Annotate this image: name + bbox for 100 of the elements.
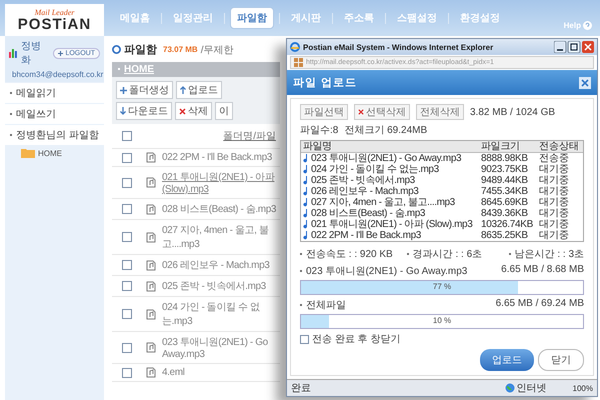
table-cell-text: 9023.75KB <box>481 164 529 175</box>
file-name-link[interactable]: 026 레인보우 - Mach.mp3 <box>162 258 280 272</box>
file-name-link[interactable]: 024 가인 - 돌이킬 수 없는.mp3 <box>162 300 280 328</box>
row-checkbox[interactable] <box>122 368 132 378</box>
plus-icon <box>58 50 64 56</box>
help-icon <box>583 20 592 30</box>
row-checkbox[interactable] <box>122 260 132 270</box>
file-name-link[interactable]: 021 투애니원(2NE1) - 아파 (Slow).mp3 <box>162 170 280 195</box>
table-cell: 023 투애니원(2NE1) - Go Away.mp3 <box>311 153 462 164</box>
table-cell: 024 가인 - 돌이킬 수 없는.mp3 <box>311 164 439 175</box>
table-cell-text: 8888.98KB <box>481 153 529 164</box>
close-after-checkbox[interactable] <box>300 334 309 344</box>
total-size: 전체크기 69.24MB <box>344 124 428 137</box>
close-button[interactable] <box>579 76 591 88</box>
user-email: bhcom34@deepsoft.co.kr <box>12 70 104 79</box>
logo-wordmark: POSTiAN <box>18 17 92 32</box>
table-cell-text: 9489.44KB <box>481 175 529 186</box>
delete-icon <box>358 109 364 115</box>
column-header[interactable]: 파일명 <box>301 141 481 152</box>
file-action-button[interactable]: 전체삭제 <box>416 104 464 120</box>
table-cell-text: 7455.34KB <box>481 186 529 197</box>
file-name-link[interactable]: 025 존박 - 빗속에서.mp3 <box>162 279 280 293</box>
table-cell: 028 비스트(Beast) - 숨.mp3 <box>311 208 426 219</box>
row-checkbox[interactable] <box>122 342 132 352</box>
upload-button[interactable]: 업로드 <box>480 349 534 371</box>
file-icon <box>146 232 156 242</box>
zoom-control[interactable]: 100% <box>572 384 593 392</box>
progress-label: 023 투애니원(2NE1) - Go Away.mp3 <box>306 265 468 278</box>
table-cell: 021 투애니원(2NE1) - 아파 (Slow).mp3 <box>311 219 472 230</box>
globe-icon <box>504 383 515 393</box>
bullet-icon <box>112 45 121 54</box>
table-cell-text: 8635.25KB <box>481 230 529 241</box>
file-name-link[interactable]: 023 투애니원(2NE1) - Go Away.mp3 <box>162 335 280 360</box>
close-icon <box>581 78 589 86</box>
close-dialog-button[interactable]: 닫기 <box>538 349 584 371</box>
chart-icon <box>9 48 18 58</box>
file-count: 파일수:8 <box>300 124 338 137</box>
file-icon <box>146 280 156 292</box>
logo-tagline: Mail Leader <box>34 8 74 17</box>
transfer-stat: 전송속도 : : 920 KB <box>306 248 393 261</box>
table-cell-text: 대기중 <box>539 164 570 175</box>
file-action-button[interactable]: 파일선택 <box>300 104 348 120</box>
file-icon <box>146 342 156 353</box>
toolbar-button[interactable]: 이 <box>215 102 233 120</box>
capacity-text: 3.82 MB / 1024 GB <box>470 106 556 118</box>
file-icon <box>146 367 156 378</box>
folder-tree-item[interactable]: HOME <box>38 148 62 158</box>
window-title: Postian eMail System - Windows Internet Explorer <box>303 42 494 52</box>
checkbox-label: 전송 완료 후 창닫기 <box>312 333 400 346</box>
select-all-checkbox[interactable] <box>122 131 132 141</box>
file-name-link[interactable]: 028 비스트(Beast) - 숨.mp3 <box>162 202 280 216</box>
row-checkbox[interactable] <box>122 281 132 291</box>
nav-tab[interactable]: 파일함 <box>230 7 274 29</box>
table-cell: 022 2PM - I'll Be Back.mp3 <box>311 230 421 241</box>
file-name-link[interactable]: 027 지아, 4men - 울고, 불고....mp3 <box>162 223 280 251</box>
table-cell: 026 레인보우 - Mach.mp3 <box>311 186 418 197</box>
arrow-up-icon <box>180 86 186 94</box>
table-cell-text: 8439.36KB <box>481 208 529 219</box>
row-checkbox[interactable] <box>122 309 132 319</box>
dialog-title: 파일 업로드 <box>293 76 358 90</box>
folder-icon <box>21 148 35 158</box>
table-cell-text: 10326.74KB <box>481 219 534 230</box>
file-name-link[interactable]: 4.eml <box>162 367 280 378</box>
progress-amount: 6.65 MB / 69.24 MB <box>496 298 584 311</box>
toolbar-button[interactable]: 폴더생성 <box>116 81 173 99</box>
column-header[interactable]: 폴더명/파일 <box>223 129 276 143</box>
toolbar-button[interactable]: 삭제 <box>175 102 212 120</box>
page-title: 파일함 <box>124 43 157 57</box>
table-cell-text: 대기중 <box>539 197 570 208</box>
row-checkbox[interactable] <box>122 152 132 162</box>
file-icon <box>146 152 156 163</box>
file-icon <box>146 260 156 270</box>
table-cell-text: 대기중 <box>539 230 570 241</box>
transfer-stat: 경과시간 : : 6초 <box>412 248 482 261</box>
row-checkbox[interactable] <box>122 178 132 188</box>
file-icon <box>146 308 156 320</box>
status-text: 완료 <box>291 382 311 395</box>
table-cell-text: 8645.69KB <box>481 197 529 208</box>
table-cell-text: 대기중 <box>539 219 570 230</box>
toolbar-button[interactable]: 다운로드 <box>116 102 172 120</box>
storage-usage: 73.07 MB <box>163 45 198 54</box>
window-controls-icon[interactable] <box>554 41 594 53</box>
toolbar-button[interactable]: 업로드 <box>176 81 222 99</box>
browser-icon <box>290 42 300 52</box>
table-cell: 025 존박 - 빗속에서.mp3 <box>311 175 415 186</box>
row-checkbox[interactable] <box>122 204 132 214</box>
file-action-button[interactable]: 선택삭제 <box>354 104 410 120</box>
delete-icon <box>179 108 186 114</box>
security-zone: 인터넷 <box>516 382 547 395</box>
table-cell-text: 대기중 <box>539 186 570 197</box>
table-cell-text: 대기중 <box>539 175 570 186</box>
transfer-stat: 남은시간 : : 3초 <box>514 248 584 261</box>
page-icon <box>294 58 303 67</box>
column-header[interactable]: 파일크기 <box>481 141 539 152</box>
file-name-link[interactable]: 022 2PM - I'll Be Back.mp3 <box>162 152 280 163</box>
progress-percent: 77 % <box>432 282 452 291</box>
row-checkbox[interactable] <box>122 232 132 242</box>
arrow-down-icon <box>120 107 126 115</box>
column-header[interactable]: 전송상태 <box>539 141 583 152</box>
table-cell: 027 지아, 4men - 울고, 불고....mp3 <box>311 197 455 208</box>
